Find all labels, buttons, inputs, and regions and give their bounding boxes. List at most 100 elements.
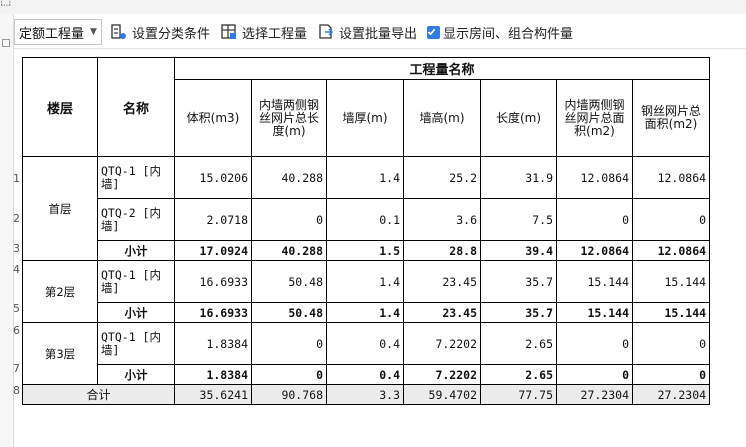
header-floor: 楼层 xyxy=(22,57,98,157)
quantity-report-table: 楼层 名称 工程量名称 体积(m3) 内墙两侧钢丝网片总长度(m) 墙厚(m) … xyxy=(22,57,711,405)
set-batch-export-button[interactable]: 设置批量导出 xyxy=(317,23,417,42)
value-cell: 27.2304 xyxy=(631,384,711,405)
select-quantity-icon xyxy=(221,24,236,39)
subtotal-row[interactable]: 小计 1.8384 0 0.4 7.2202 2.65 0 0 xyxy=(23,364,711,385)
table-row[interactable]: 第2层 QTQ-1 [内墙] 16.6933 50.48 1.4 23.45 3… xyxy=(22,260,711,323)
value-cell: 12.0864 xyxy=(631,240,711,261)
value-cell: 27.2304 xyxy=(556,384,633,405)
value-cell: 7.2202 xyxy=(403,322,481,365)
floor-cell: 第2层 xyxy=(22,260,98,323)
table-row[interactable]: 第3层 QTQ-1 [内墙] 1.8384 0 0.4 7.2202 2.65 … xyxy=(22,322,711,385)
value-cell: 50.48 xyxy=(251,260,327,303)
component-name-cell: QTQ-1 [内墙] xyxy=(97,322,175,365)
value-cell: 25.2 xyxy=(403,156,481,199)
value-cell: 17.0924 xyxy=(174,240,252,261)
set-category-label: 设置分类条件 xyxy=(131,26,210,42)
toolbar-divider xyxy=(14,48,746,49)
value-cell: 3.6 xyxy=(403,198,481,241)
value-cell: 31.9 xyxy=(480,156,557,199)
row-number: 1 xyxy=(13,172,20,185)
subtotal-label: 小计 xyxy=(97,364,175,385)
column-header: 体积(m3) xyxy=(174,79,252,157)
value-cell: 0 xyxy=(251,198,327,241)
row-number: 5 xyxy=(13,302,20,315)
grand-total-row[interactable]: 合计 35.6241 90.768 3.3 59.4702 77.75 27.2… xyxy=(22,384,711,405)
value-cell: 28.8 xyxy=(403,240,481,261)
value-cell: 0.4 xyxy=(326,364,404,385)
set-category-button[interactable]: 设置分类条件 xyxy=(110,23,210,42)
component-name-cell: QTQ-2 [内墙] xyxy=(97,198,175,241)
toolbar: 定额工程量 ▼ 设置分类条件 选择工程量 设置批量导出 显示房间、组合构件量 xyxy=(14,18,744,46)
value-cell: 39.4 xyxy=(480,240,557,261)
header-name: 名称 xyxy=(97,57,175,157)
value-cell: 40.288 xyxy=(251,156,327,199)
table-row[interactable]: 首层 QTQ-1 [内墙] 15.0206 40.288 1.4 25.2 31… xyxy=(22,156,711,261)
value-cell: 1.4 xyxy=(326,302,404,323)
value-cell: 12.0864 xyxy=(631,156,711,199)
value-cell: 3.3 xyxy=(326,384,404,405)
value-cell: 1.8384 xyxy=(174,364,252,385)
quota-type-select[interactable]: 定额工程量 ▼ xyxy=(14,19,102,45)
value-cell: 15.144 xyxy=(631,302,711,323)
value-cell: 0 xyxy=(251,322,327,365)
header-quantity-group: 工程量名称 xyxy=(173,57,711,80)
value-cell: 0 xyxy=(556,322,633,365)
row-number: 8 xyxy=(13,384,20,397)
value-cell: 7.2202 xyxy=(403,364,481,385)
value-cell: 0 xyxy=(631,322,711,365)
row-number: 4 xyxy=(13,263,20,276)
value-cell: 77.75 xyxy=(480,384,557,405)
clipped-title: ⬚ xyxy=(0,0,12,7)
column-header: 钢丝网片总面积(m2) xyxy=(631,79,711,157)
select-quantity-label: 选择工程量 xyxy=(241,26,307,42)
checkbox-checked-icon xyxy=(426,25,440,39)
value-cell: 15.144 xyxy=(631,260,711,303)
show-rooms-checkbox[interactable]: 显示房间、组合构件量 xyxy=(426,23,573,42)
value-cell: 0 xyxy=(251,364,327,385)
value-cell: 16.6933 xyxy=(174,302,252,323)
value-cell: 16.6933 xyxy=(174,260,252,303)
column-header: 墙厚(m) xyxy=(326,79,404,157)
value-cell: 0.1 xyxy=(326,198,404,241)
value-cell: 35.7 xyxy=(480,302,557,323)
value-cell: 1.4 xyxy=(326,156,404,199)
show-rooms-label: 显示房间、组合构件量 xyxy=(442,26,573,42)
value-cell: 23.45 xyxy=(403,260,481,303)
row-number: 3 xyxy=(13,242,20,255)
table-row[interactable]: QTQ-2 [内墙] 2.0718 0 0.1 3.6 7.5 0 0 xyxy=(23,198,711,241)
left-gutter xyxy=(0,14,14,447)
column-header: 内墙两侧钢丝网片总长度(m) xyxy=(251,79,327,157)
subtotal-label: 小计 xyxy=(97,240,175,261)
value-cell: 40.288 xyxy=(251,240,327,261)
value-cell: 23.45 xyxy=(403,302,481,323)
value-cell: 59.4702 xyxy=(403,384,481,405)
value-cell: 2.65 xyxy=(480,364,557,385)
column-header: 长度(m) xyxy=(480,79,557,157)
value-cell: 12.0864 xyxy=(556,240,633,261)
value-cell: 0.4 xyxy=(326,322,404,365)
value-cell: 1.4 xyxy=(326,260,404,303)
quota-type-select-value: 定额工程量 xyxy=(19,26,85,42)
value-cell: 2.0718 xyxy=(174,198,252,241)
column-header: 墙高(m) xyxy=(403,79,481,157)
select-quantity-button[interactable]: 选择工程量 xyxy=(220,23,307,42)
subtotal-row[interactable]: 小计 16.6933 50.48 1.4 23.45 35.7 15.144 1… xyxy=(23,302,711,323)
row-number: 7 xyxy=(13,362,20,375)
value-cell: 35.6241 xyxy=(174,384,252,405)
value-cell: 0 xyxy=(556,364,633,385)
value-cell: 50.48 xyxy=(251,302,327,323)
value-cell: 0 xyxy=(631,198,711,241)
row-number: 2 xyxy=(13,212,20,225)
value-cell: 0 xyxy=(631,364,711,385)
value-cell: 15.144 xyxy=(556,302,633,323)
subtotal-row[interactable]: 小计 17.0924 40.288 1.5 28.8 39.4 12.0864 … xyxy=(23,240,711,261)
category-settings-icon xyxy=(111,24,126,39)
value-cell: 1.8384 xyxy=(174,322,252,365)
gutter-marker xyxy=(2,39,10,47)
set-batch-export-label: 设置批量导出 xyxy=(338,26,417,42)
value-cell: 1.5 xyxy=(326,240,404,261)
export-icon xyxy=(319,24,334,39)
subtotal-label: 小计 xyxy=(97,302,175,323)
row-number: 6 xyxy=(13,324,20,337)
floor-cell: 首层 xyxy=(22,156,98,261)
